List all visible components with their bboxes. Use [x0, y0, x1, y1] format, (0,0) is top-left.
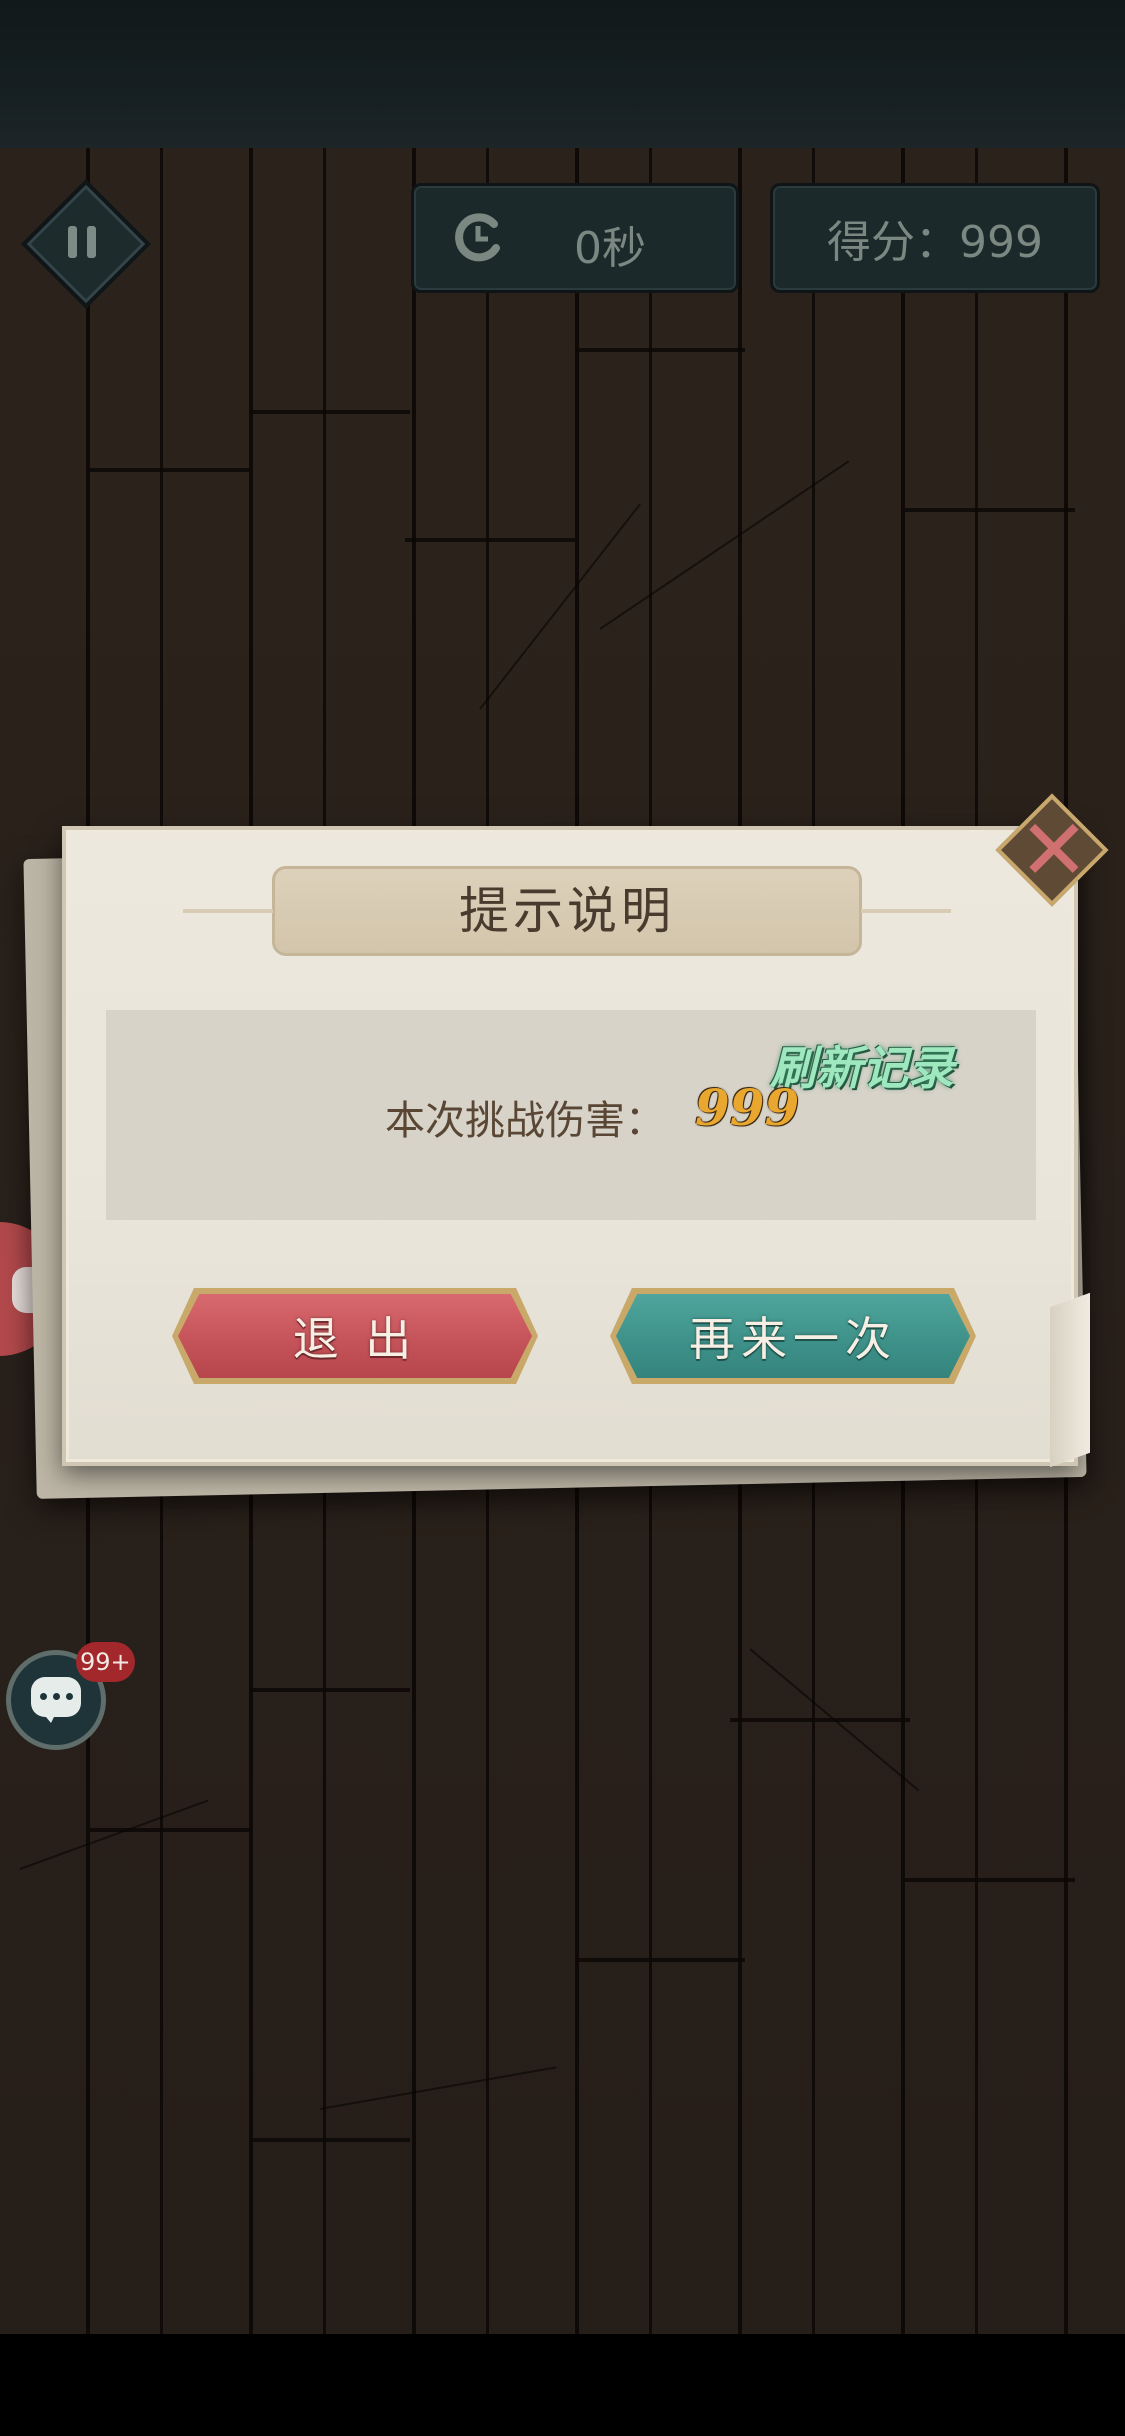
retry-button[interactable]: 再来一次	[610, 1288, 976, 1384]
retry-button-label: 再来一次	[689, 1312, 897, 1366]
exit-button-label: 退 出	[292, 1312, 418, 1366]
paper-curl	[1050, 1292, 1090, 1468]
game-screen: 0秒 得分：999 99+ 提示说明 ✕ 刷新记录 本次挑战伤害： 999 退 …	[0, 0, 1125, 2436]
damage-label: 本次挑战伤害：	[385, 1098, 665, 1144]
close-x-icon[interactable]: ✕	[1010, 806, 1098, 894]
damage-value: 999	[695, 1078, 800, 1137]
exit-button[interactable]: 退 出	[172, 1288, 538, 1384]
dialog-title: 提示说明	[459, 882, 675, 940]
